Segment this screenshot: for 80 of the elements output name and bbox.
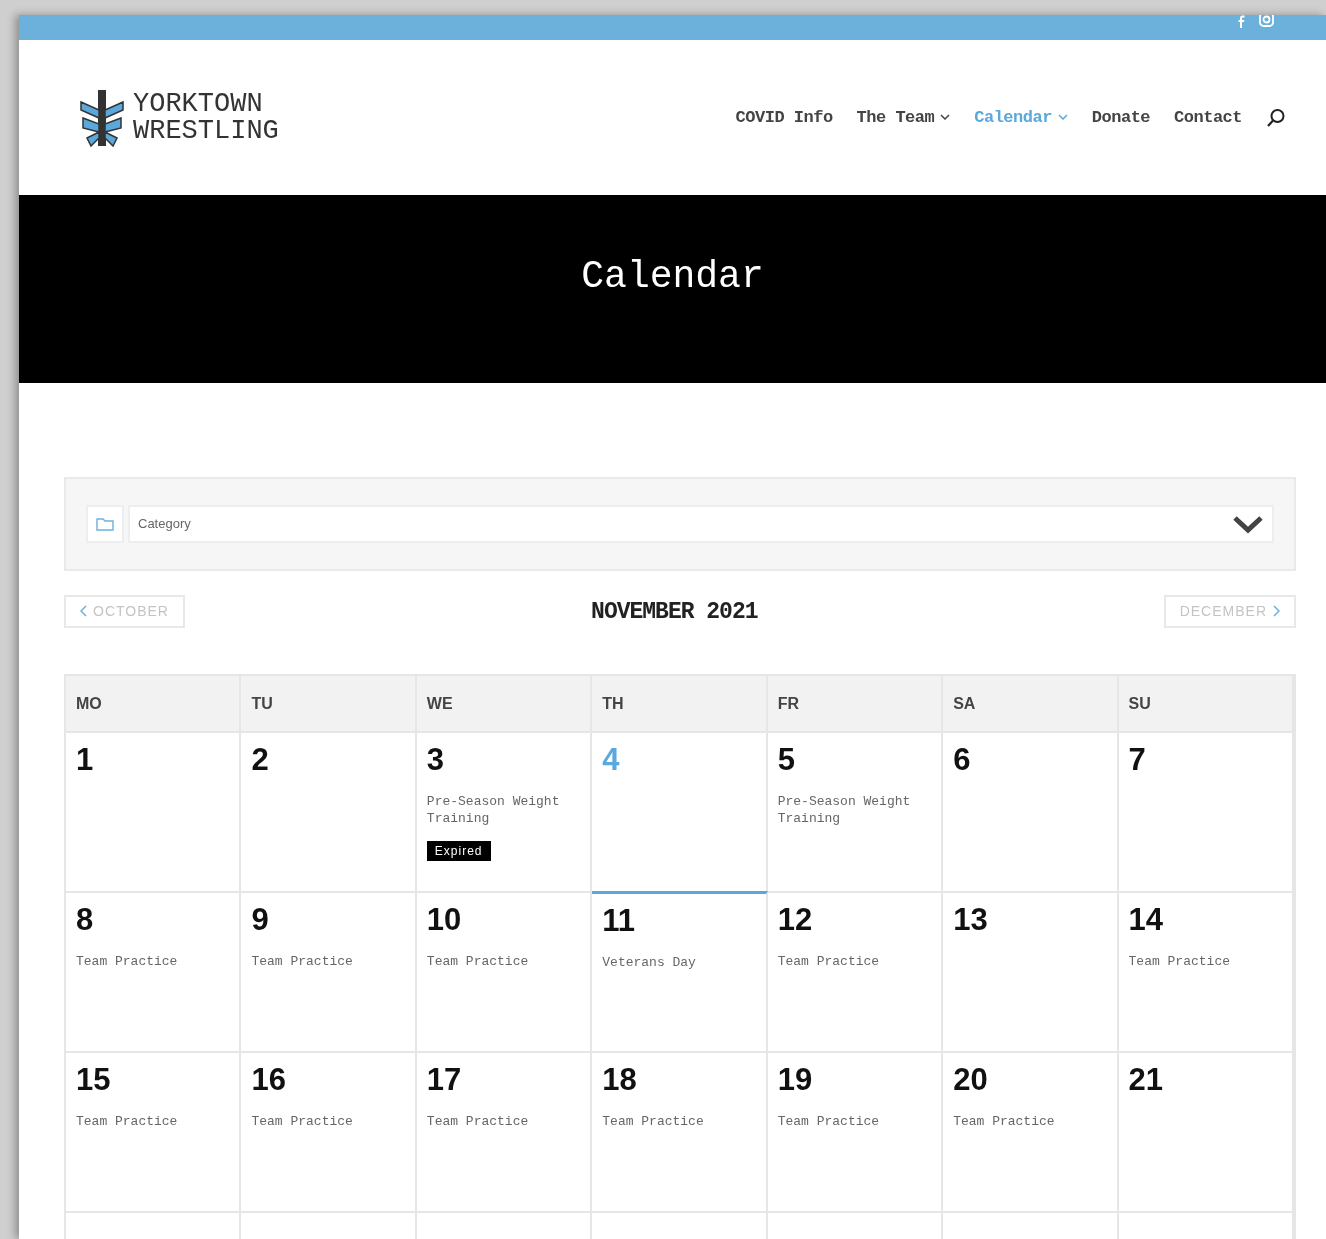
- logo-text: WRESTLING: [133, 117, 279, 145]
- day-cell[interactable]: 6: [943, 730, 1119, 891]
- nav-link[interactable]: Donate: [1091, 104, 1151, 131]
- weekday-header: TU: [241, 675, 417, 731]
- day-cell[interactable]: 16 Team Practice: [241, 1050, 417, 1211]
- nav-link[interactable]: Contact: [1174, 104, 1242, 131]
- day-cell[interactable]: 19 Team Practice: [767, 1050, 944, 1211]
- day-number: 11: [602, 901, 637, 940]
- day-cell[interactable]: 13: [943, 890, 1119, 1051]
- day-number: 5: [777, 740, 796, 779]
- day-cell[interactable]: 15 Team Practice: [66, 1050, 242, 1211]
- event-title[interactable]: Team Practice: [777, 1112, 932, 1130]
- day-cell[interactable]: 7: [1118, 730, 1294, 891]
- day-cell[interactable]: 10 Team Practice: [416, 890, 593, 1051]
- day-number: 14: [1128, 900, 1165, 939]
- day-number: 18: [602, 1060, 638, 1099]
- event-title[interactable]: Team Practice: [602, 1112, 756, 1130]
- logo-text: YORKTOWN: [133, 90, 264, 118]
- day-number: 10: [426, 900, 463, 939]
- event-title[interactable]: Team Practice: [76, 952, 230, 970]
- weekday-header: WE: [416, 675, 593, 731]
- weekday-header: TH: [592, 675, 768, 731]
- weekday-header: SU: [1118, 675, 1294, 731]
- day-cell[interactable]: 8 Team Practice: [66, 890, 242, 1051]
- event-title[interactable]: Pre-Season Weight Training: [426, 792, 581, 827]
- event-title[interactable]: Team Practice: [426, 1112, 581, 1130]
- day-cell[interactable]: 9 Team Practice: [241, 890, 417, 1051]
- event-title[interactable]: Team Practice: [777, 952, 932, 970]
- day-number: 13: [953, 900, 989, 939]
- event-title[interactable]: Veterans Day: [602, 953, 756, 971]
- search-icon[interactable]: [1266, 107, 1286, 128]
- day-cell[interactable]: 21: [1118, 1050, 1294, 1211]
- folder-icon[interactable]: [86, 505, 124, 543]
- month-title: NOVEMBER 2021: [591, 598, 758, 627]
- day-number: 6: [953, 740, 972, 779]
- nav-link[interactable]: The Team: [856, 104, 951, 131]
- weekday-header: FR: [767, 675, 944, 731]
- chevron-left-icon: [80, 605, 87, 617]
- day-cell[interactable]: 1: [66, 730, 242, 891]
- logo-icon[interactable]: [79, 87, 125, 148]
- event-title[interactable]: Team Practice: [953, 1112, 1107, 1130]
- day-number: 9: [251, 900, 270, 939]
- day-cell[interactable]: 12 Team Practice: [767, 890, 944, 1051]
- day-number: 21: [1128, 1060, 1165, 1099]
- event-title[interactable]: Team Practice: [251, 952, 405, 970]
- day-number: 7: [1128, 740, 1147, 779]
- day-cell[interactable]: 3 Pre-Season Weight Training Expired: [416, 730, 593, 891]
- event-title[interactable]: Team Practice: [251, 1112, 405, 1130]
- day-number: 1: [76, 740, 95, 779]
- day-number: 12: [777, 900, 814, 939]
- day-number: 15: [76, 1060, 112, 1099]
- event-title[interactable]: Pre-Season Weight Training: [777, 792, 932, 827]
- day-cell[interactable]: 11 Veterans Day: [592, 890, 768, 1051]
- day-number: 3: [426, 740, 446, 779]
- day-number: 8: [76, 900, 95, 939]
- day-number: 16: [251, 1060, 287, 1099]
- page-title: Calendar: [581, 253, 764, 300]
- facebook-icon[interactable]: [1237, 15, 1245, 28]
- event-title[interactable]: Team Practice: [1128, 952, 1282, 970]
- event-title[interactable]: Team Practice: [426, 952, 581, 970]
- instagram-icon[interactable]: [1259, 15, 1274, 28]
- day-cell[interactable]: 17 Team Practice: [416, 1050, 593, 1211]
- category-select[interactable]: Category: [128, 505, 1274, 543]
- day-cell[interactable]: 20 Team Practice: [943, 1050, 1119, 1211]
- day-number: 4: [602, 740, 621, 779]
- day-cell[interactable]: 5 Pre-Season Weight Training: [767, 730, 944, 891]
- weekday-header: MO: [66, 675, 242, 731]
- chevron-right-icon: [1273, 605, 1280, 617]
- expired-badge: Expired: [426, 840, 491, 861]
- nav-link[interactable]: COVID Info: [735, 104, 833, 131]
- day-cell[interactable]: 18 Team Practice: [592, 1050, 768, 1211]
- day-cell[interactable]: 14 Team Practice: [1118, 890, 1294, 1051]
- event-title[interactable]: Team Practice: [76, 1112, 230, 1130]
- weekday-header: SA: [943, 675, 1119, 731]
- day-cell[interactable]: 2: [241, 730, 417, 891]
- day-number: 19: [777, 1060, 814, 1099]
- day-number: 17: [426, 1060, 463, 1099]
- day-number: 20: [953, 1060, 989, 1099]
- chevron-icon: [1232, 514, 1264, 534]
- day-number: 2: [251, 740, 270, 779]
